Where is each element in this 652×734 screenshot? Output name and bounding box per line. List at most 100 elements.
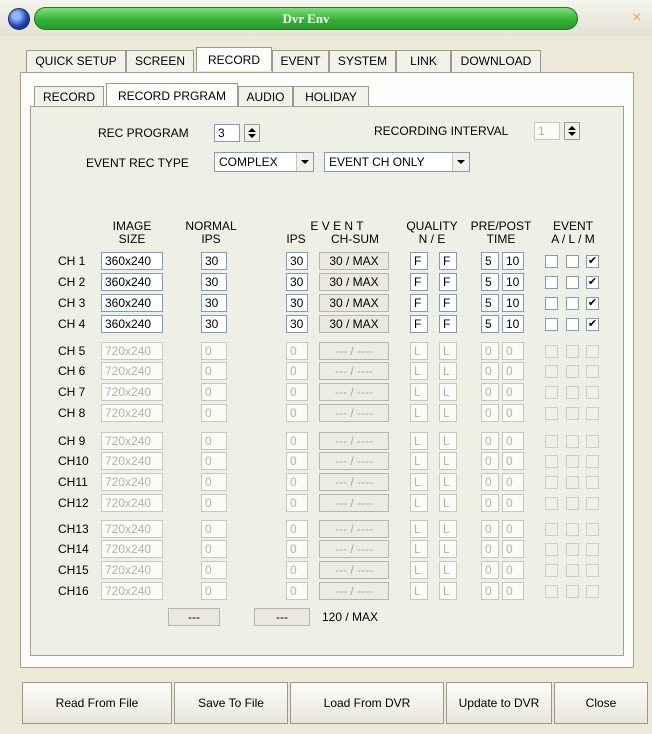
quality-normal-field[interactable]: L	[410, 383, 428, 401]
event-l-checkbox[interactable]	[566, 407, 579, 420]
quality-normal-field[interactable]: L	[410, 582, 428, 600]
image-size-field[interactable]: 720x240	[101, 520, 163, 538]
pre-time-field[interactable]: 0	[481, 452, 499, 470]
event-ips-field[interactable]: 0	[286, 432, 308, 450]
tab-record[interactable]: RECORD	[196, 47, 272, 71]
event-a-checkbox[interactable]	[545, 386, 558, 399]
quality-normal-field[interactable]: L	[410, 452, 428, 470]
quality-normal-field[interactable]: F	[410, 315, 428, 333]
pre-time-field[interactable]: 0	[481, 342, 499, 360]
event-m-checkbox[interactable]	[586, 543, 599, 556]
normal-ips-field[interactable]: 0	[201, 342, 227, 360]
event-m-checkbox[interactable]	[586, 435, 599, 448]
pre-time-field[interactable]: 0	[481, 582, 499, 600]
subtab-record-program[interactable]: RECORD PRGRAM	[106, 83, 238, 107]
event-m-checkbox[interactable]	[586, 585, 599, 598]
update-to-dvr-button[interactable]: Update to DVR	[446, 682, 552, 724]
normal-ips-field[interactable]: 30	[201, 273, 227, 291]
event-ips-field[interactable]: 30	[286, 273, 308, 291]
pre-time-field[interactable]: 0	[481, 494, 499, 512]
quality-normal-field[interactable]: L	[410, 473, 428, 491]
subtab-record[interactable]: RECORD	[34, 86, 104, 108]
event-m-checkbox[interactable]: ✔	[586, 255, 599, 268]
chevron-down-icon[interactable]	[452, 153, 469, 171]
event-ips-field[interactable]: 0	[286, 540, 308, 558]
rec-program-spinner[interactable]	[244, 124, 260, 142]
normal-ips-field[interactable]: 0	[201, 540, 227, 558]
post-time-field[interactable]: 0	[502, 432, 524, 450]
event-l-checkbox[interactable]	[566, 497, 579, 510]
event-ips-field[interactable]: 0	[286, 520, 308, 538]
quality-event-field[interactable]: F	[439, 294, 457, 312]
event-ips-field[interactable]: 0	[286, 473, 308, 491]
event-l-checkbox[interactable]	[566, 345, 579, 358]
pre-time-field[interactable]: 5	[481, 294, 499, 312]
event-l-checkbox[interactable]	[566, 318, 579, 331]
event-l-checkbox[interactable]	[566, 476, 579, 489]
quality-event-field[interactable]: F	[439, 273, 457, 291]
event-l-checkbox[interactable]	[566, 523, 579, 536]
image-size-field[interactable]: 720x240	[101, 342, 163, 360]
event-a-checkbox[interactable]	[545, 543, 558, 556]
rec-program-input[interactable]: 3	[214, 124, 240, 142]
event-rec-type-select[interactable]: COMPLEX	[214, 152, 314, 172]
normal-ips-field[interactable]: 30	[201, 252, 227, 270]
image-size-field[interactable]: 720x240	[101, 561, 163, 579]
quality-event-field[interactable]: L	[439, 452, 457, 470]
event-m-checkbox[interactable]	[586, 476, 599, 489]
post-time-field[interactable]: 0	[502, 494, 524, 512]
event-a-checkbox[interactable]	[545, 523, 558, 536]
normal-ips-field[interactable]: 0	[201, 452, 227, 470]
event-ips-field[interactable]: 0	[286, 404, 308, 422]
quality-event-field[interactable]: L	[439, 432, 457, 450]
normal-ips-field[interactable]: 0	[201, 432, 227, 450]
load-from-dvr-button[interactable]: Load From DVR	[290, 682, 444, 724]
normal-ips-field[interactable]: 0	[201, 582, 227, 600]
quality-normal-field[interactable]: F	[410, 252, 428, 270]
spin-down-icon[interactable]	[248, 134, 256, 138]
quality-event-field[interactable]: L	[439, 342, 457, 360]
pre-time-field[interactable]: 5	[481, 273, 499, 291]
event-m-checkbox[interactable]	[586, 407, 599, 420]
post-time-field[interactable]: 0	[502, 540, 524, 558]
post-time-field[interactable]: 0	[502, 452, 524, 470]
post-time-field[interactable]: 0	[502, 520, 524, 538]
event-a-checkbox[interactable]	[545, 297, 558, 310]
image-size-field[interactable]: 720x240	[101, 494, 163, 512]
post-time-field[interactable]: 0	[502, 342, 524, 360]
event-ips-field[interactable]: 0	[286, 383, 308, 401]
image-size-field[interactable]: 360x240	[101, 315, 163, 333]
event-a-checkbox[interactable]	[545, 365, 558, 378]
tab-link[interactable]: LINK	[396, 50, 451, 72]
post-time-field[interactable]: 10	[502, 273, 524, 291]
quality-event-field[interactable]: L	[439, 582, 457, 600]
event-ips-field[interactable]: 30	[286, 294, 308, 312]
quality-event-field[interactable]: F	[439, 252, 457, 270]
tab-quick-setup[interactable]: QUICK SETUP	[26, 50, 126, 72]
quality-normal-field[interactable]: L	[410, 404, 428, 422]
quality-event-field[interactable]: L	[439, 362, 457, 380]
pre-time-field[interactable]: 0	[481, 383, 499, 401]
quality-normal-field[interactable]: L	[410, 362, 428, 380]
image-size-field[interactable]: 720x240	[101, 432, 163, 450]
subtab-audio[interactable]: AUDIO	[238, 86, 293, 108]
event-l-checkbox[interactable]	[566, 455, 579, 468]
post-time-field[interactable]: 0	[502, 561, 524, 579]
pre-time-field[interactable]: 0	[481, 432, 499, 450]
tab-event[interactable]: EVENT	[272, 50, 329, 72]
tab-download[interactable]: DOWNLOAD	[451, 50, 541, 72]
event-a-checkbox[interactable]	[545, 255, 558, 268]
event-a-checkbox[interactable]	[545, 455, 558, 468]
event-l-checkbox[interactable]	[566, 297, 579, 310]
image-size-field[interactable]: 360x240	[101, 294, 163, 312]
save-to-file-button[interactable]: Save To File	[174, 682, 288, 724]
event-m-checkbox[interactable]	[586, 345, 599, 358]
quality-event-field[interactable]: L	[439, 520, 457, 538]
post-time-field[interactable]: 0	[502, 404, 524, 422]
event-ips-field[interactable]: 30	[286, 315, 308, 333]
pre-time-field[interactable]: 0	[481, 362, 499, 380]
quality-normal-field[interactable]: L	[410, 561, 428, 579]
image-size-field[interactable]: 720x240	[101, 362, 163, 380]
event-a-checkbox[interactable]	[545, 318, 558, 331]
event-ips-field[interactable]: 0	[286, 452, 308, 470]
